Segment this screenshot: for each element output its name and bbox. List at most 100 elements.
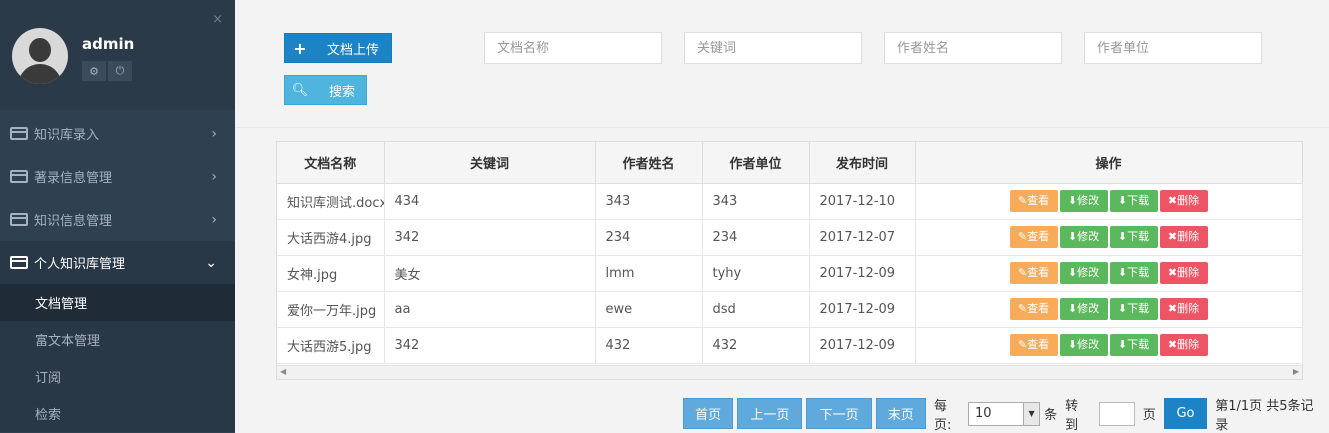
download-button[interactable]: ⬇下载 [1109,334,1158,356]
upload-button-label: 文档上传 [327,42,380,58]
col-doc-name[interactable]: 文档名称 [277,142,385,184]
page-summary: 第1/1页 共5条记录 [1215,398,1314,433]
unit-label: 条 [1044,408,1058,423]
horizontal-scrollbar[interactable]: ◀ ▶ [277,365,1302,379]
sidebar-item-personal-kb[interactable]: 个人知识库管理 ⌄ [0,241,235,284]
goto-label: 转到 [1065,398,1079,433]
profile-panel: × admin ⚙ ⏻ [0,0,235,110]
power-icon[interactable]: ⏻ [108,61,132,81]
toolbar: + 文档上传 🔍︎ 搜索 [235,0,1329,128]
download-button[interactable]: ⬇下载 [1109,226,1158,248]
cell-org: tyhy [702,255,810,292]
cell-actions: ✎查看 ⬇修改 ⬇下载 ✖删除 [915,327,1303,364]
card-icon [10,256,28,269]
sidebar-subitem-doc-manage[interactable]: 文档管理 [0,284,235,321]
view-button[interactable]: ✎查看 [1009,190,1058,212]
view-button[interactable]: ✎查看 [1009,262,1058,284]
sidebar-subitem-search[interactable]: 检索 [0,395,235,432]
view-button[interactable]: ✎查看 [1009,298,1058,320]
sidebar-item-label: 知识信息管理 [34,214,113,229]
upload-button[interactable]: + 文档上传 [284,33,392,63]
edit-button[interactable]: ⬇修改 [1059,190,1108,212]
chevron-down-icon[interactable]: ▼ [1023,402,1040,425]
chevron-right-icon: › [211,125,217,142]
view-button[interactable]: ✎查看 [1009,334,1058,356]
edit-button[interactable]: ⬇修改 [1059,298,1108,320]
card-icon [10,170,28,183]
scroll-right-icon[interactable]: ▶ [1293,367,1299,376]
edit-button[interactable]: ⬇修改 [1059,226,1108,248]
edit-button[interactable]: ⬇修改 [1059,262,1108,284]
cell-date: 2017-12-07 [809,219,916,256]
cell-date: 2017-12-09 [809,327,916,364]
cell-actions: ✎查看 ⬇修改 ⬇下载 ✖删除 [915,183,1303,220]
delete-button[interactable]: ✖删除 [1159,298,1208,320]
col-date[interactable]: 发布时间 [809,142,916,184]
chevron-right-icon: › [211,211,217,228]
edit-button[interactable]: ⬇修改 [1059,334,1108,356]
cell-actions: ✎查看 ⬇修改 ⬇下载 ✖删除 [915,219,1303,256]
cell-author: ewe [595,291,703,328]
delete-button[interactable]: ✖删除 [1159,334,1208,356]
sidebar-subitem-subscribe[interactable]: 订阅 [0,358,235,395]
sidebar-item-label: 个人知识库管理 [34,257,126,272]
author-name-input[interactable] [884,32,1062,64]
table-row[interactable]: 知识库测试.docx 434 343 343 2017-12-10 ✎查看 ⬇修改… [277,183,1303,220]
download-button[interactable]: ⬇下载 [1109,262,1158,284]
search-icon: 🔍︎ [291,82,309,98]
per-page-value: 10 [974,406,992,421]
last-page-button[interactable]: 末页 [875,398,926,429]
first-page-button[interactable]: 首页 [683,398,734,429]
download-button[interactable]: ⬇下载 [1109,190,1158,212]
cell-actions: ✎查看 ⬇修改 ⬇下载 ✖删除 [915,291,1303,328]
view-button[interactable]: ✎查看 [1009,226,1058,248]
cell-author: 234 [595,219,703,256]
cell-date: 2017-12-09 [809,291,916,328]
col-keyword[interactable]: 关键词 [384,142,596,184]
search-button[interactable]: 🔍︎ 搜索 [284,75,367,105]
sidebar-item-knowledge-info[interactable]: 知识信息管理 › [0,198,235,241]
col-org[interactable]: 作者单位 [702,142,810,184]
avatar[interactable] [12,28,68,84]
search-button-label: 搜索 [329,84,356,100]
sidebar-subitem-richtext[interactable]: 富文本管理 [0,321,235,358]
chevron-down-icon: ⌄ [205,254,217,271]
next-page-button[interactable]: 下一页 [806,398,872,429]
cell-keyword: 434 [384,183,596,220]
cell-keyword: 342 [384,327,596,364]
go-button[interactable]: Go [1163,398,1208,429]
keyword-input[interactable] [684,32,862,64]
page-label: 页 [1142,408,1156,423]
prev-page-button[interactable]: 上一页 [737,398,803,429]
sidebar-menu: 知识库录入 › 著录信息管理 › 知识信息管理 › 个人知识库管理 ⌄ 文档管理… [0,112,235,432]
cell-author: lmm [595,255,703,292]
table-header-row: 文档名称 关键词 作者姓名 作者单位 发布时间 操作 [277,142,1303,184]
delete-button[interactable]: ✖删除 [1159,226,1208,248]
doc-name-input[interactable] [484,32,662,64]
sidebar-item-catalog-info[interactable]: 著录信息管理 › [0,155,235,198]
cell-keyword: 美女 [384,255,596,292]
sidebar: × admin ⚙ ⏻ 知识库录入 › 著录信息管理 › 知识信息管理 › 个人… [0,0,235,433]
table-row[interactable]: 女神.jpg 美女 lmm tyhy 2017-12-09 ✎查看 ⬇修改 ⬇下载 ✖… [277,255,1303,292]
close-icon[interactable]: × [212,12,223,27]
author-org-input[interactable] [1084,32,1262,64]
cell-doc-name: 大话西游4.jpg [277,219,385,256]
col-author[interactable]: 作者姓名 [595,142,703,184]
table-row[interactable]: 大话西游4.jpg 342 234 234 2017-12-07 ✎查看 ⬇修改 ⬇… [277,219,1303,256]
delete-button[interactable]: ✖删除 [1159,190,1208,212]
table-row[interactable]: 爱你一万年.jpg aa ewe dsd 2017-12-09 ✎查看 ⬇修改 ⬇下… [277,291,1303,328]
cell-author: 343 [595,183,703,220]
cell-org: dsd [702,291,810,328]
download-button[interactable]: ⬇下载 [1109,298,1158,320]
scroll-left-icon[interactable]: ◀ [280,367,286,376]
cell-org: 234 [702,219,810,256]
page-jump-input[interactable] [1098,401,1135,426]
table-row[interactable]: 大话西游5.jpg 342 432 432 2017-12-09 ✎查看 ⬇修改 ⬇… [277,327,1303,364]
username[interactable]: admin [82,35,134,53]
per-page-select[interactable]: 10 ▼ [967,401,1041,426]
cell-doc-name: 女神.jpg [277,255,385,292]
sidebar-item-knowledge-entry[interactable]: 知识库录入 › [0,112,235,155]
cell-author: 432 [595,327,703,364]
delete-button[interactable]: ✖删除 [1159,262,1208,284]
settings-icon[interactable]: ⚙ [82,61,106,81]
